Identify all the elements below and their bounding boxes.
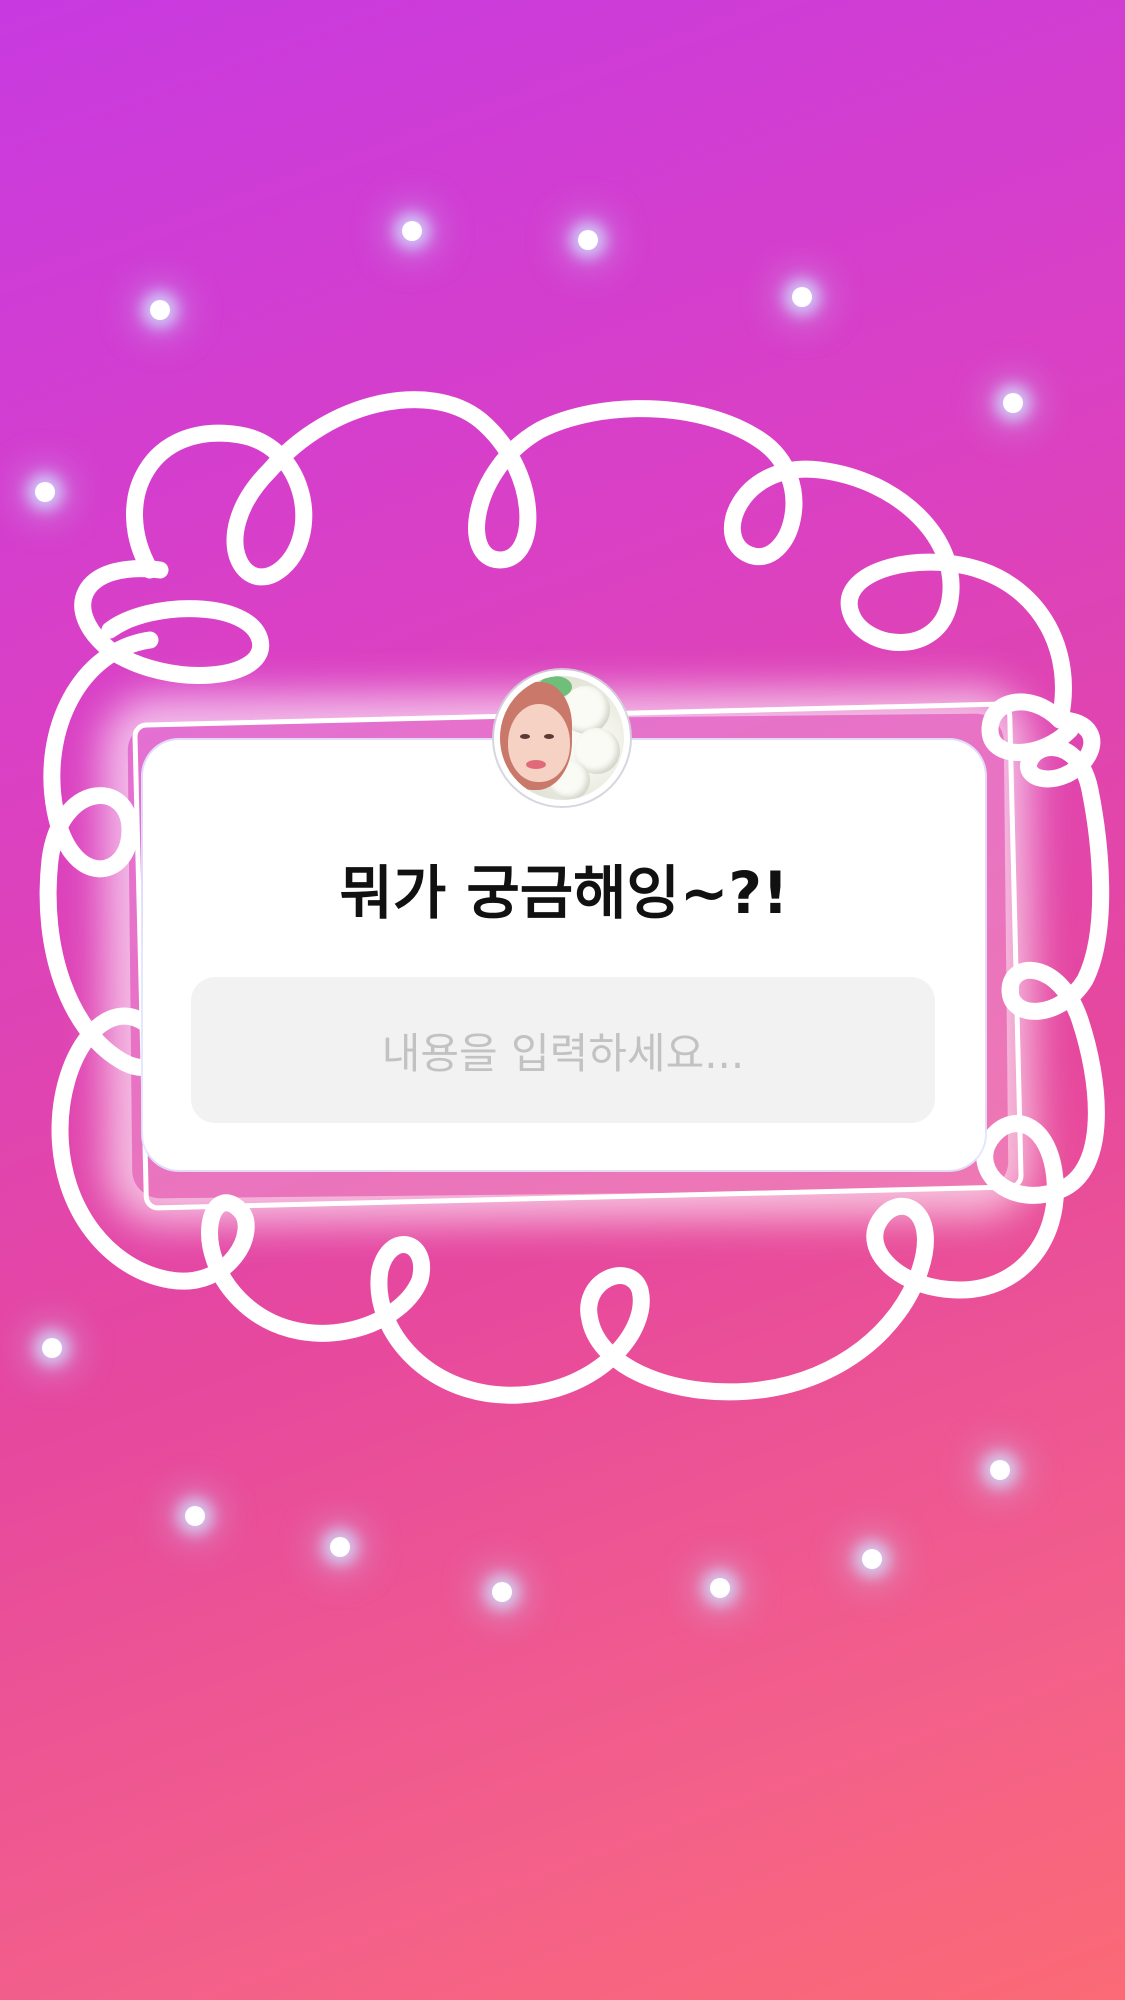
sparkle-dot (990, 1460, 1010, 1480)
sparkle-dot (792, 287, 812, 307)
profile-photo-icon (500, 676, 624, 800)
sparkle-dot (42, 1338, 62, 1358)
profile-avatar (494, 670, 630, 806)
sparkle-dot (710, 1578, 730, 1598)
sparkle-dot (35, 482, 55, 502)
sparkle-dot (1003, 393, 1023, 413)
answer-input[interactable]: 내용을 입력하세요... (191, 977, 935, 1123)
sparkle-dot (330, 1537, 350, 1557)
sparkle-dot (402, 221, 422, 241)
sparkle-dot (578, 230, 598, 250)
sparkle-dot (150, 300, 170, 320)
sparkle-dot (185, 1506, 205, 1526)
sparkle-dot (862, 1549, 882, 1569)
sparkle-dot (492, 1582, 512, 1602)
answer-input-placeholder: 내용을 입력하세요... (381, 1028, 745, 1078)
question-text: 뭐가 궁금해잉~?! (339, 859, 789, 927)
